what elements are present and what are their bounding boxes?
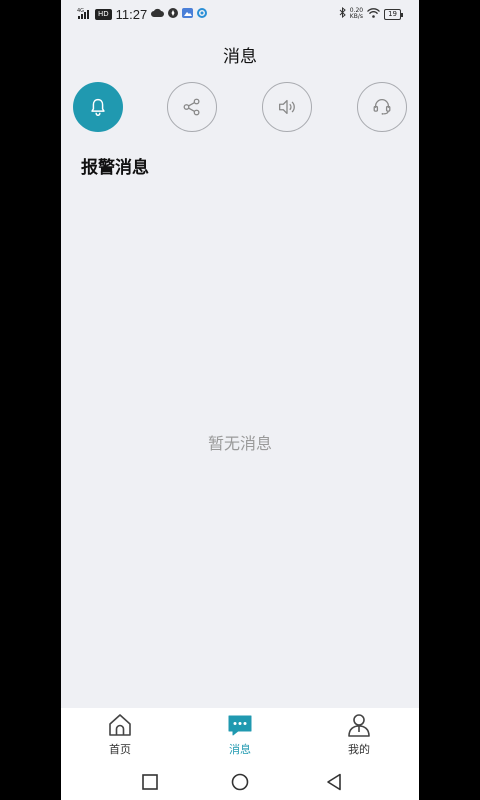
speed-unit: KB/s: [349, 13, 363, 20]
system-nav-bar: [61, 764, 419, 800]
cloud-icon: [151, 7, 165, 21]
back-triangle-icon: [327, 773, 341, 791]
category-share-button[interactable]: [167, 82, 217, 132]
category-service-button[interactable]: [357, 82, 407, 132]
speaker-icon: [279, 99, 295, 115]
square-icon: [142, 774, 158, 790]
bell-icon: [91, 98, 105, 116]
nav-item-profile[interactable]: 我的: [319, 708, 399, 764]
nav-label-messages: 消息: [229, 743, 251, 756]
battery-indicator: 19: [384, 8, 403, 20]
bottom-nav: 首页 消息 我的: [61, 708, 419, 764]
empty-state-text: 暂无消息: [207, 434, 272, 453]
recent-apps-button[interactable]: [138, 770, 162, 794]
phone-screen: 4G HD 11:27 0.20 KB/s 19 消息 报警消息 暂无消息 首页…: [61, 0, 419, 800]
user-icon: [348, 714, 370, 737]
circle-icon: [231, 773, 249, 791]
network-type: 4G: [77, 8, 84, 14]
category-alarm-button[interactable]: [73, 82, 123, 132]
page-title: 消息: [223, 47, 257, 67]
nav-label-profile: 我的: [348, 743, 370, 756]
nav-label-home: 首页: [109, 743, 131, 756]
compass-icon: [168, 7, 179, 21]
status-right: 0.20 KB/s 19: [339, 6, 403, 22]
hd-badge: HD: [95, 8, 112, 20]
home-icon: [109, 714, 131, 736]
sync-icon: [197, 7, 208, 21]
section-title: 报警消息: [81, 158, 149, 178]
chat-icon: [228, 715, 252, 736]
status-time: 11:27: [115, 6, 148, 22]
wifi-icon: [367, 7, 381, 21]
status-bar: 4G HD 11:27 0.20 KB/s 19: [61, 0, 419, 26]
nav-item-messages[interactable]: 消息: [200, 708, 280, 764]
category-sound-button[interactable]: [262, 82, 312, 132]
signal-icon: 4G: [77, 7, 91, 22]
share-icon: [183, 98, 200, 116]
bluetooth-icon: [339, 6, 346, 21]
gallery-icon: [182, 7, 194, 21]
nav-item-home[interactable]: 首页: [80, 708, 160, 764]
network-speed: 0.20 KB/s: [350, 8, 363, 20]
back-button[interactable]: [322, 770, 346, 794]
home-system-button[interactable]: [228, 770, 252, 794]
status-left: 4G HD 11:27: [77, 6, 208, 22]
headset-icon: [373, 99, 391, 115]
